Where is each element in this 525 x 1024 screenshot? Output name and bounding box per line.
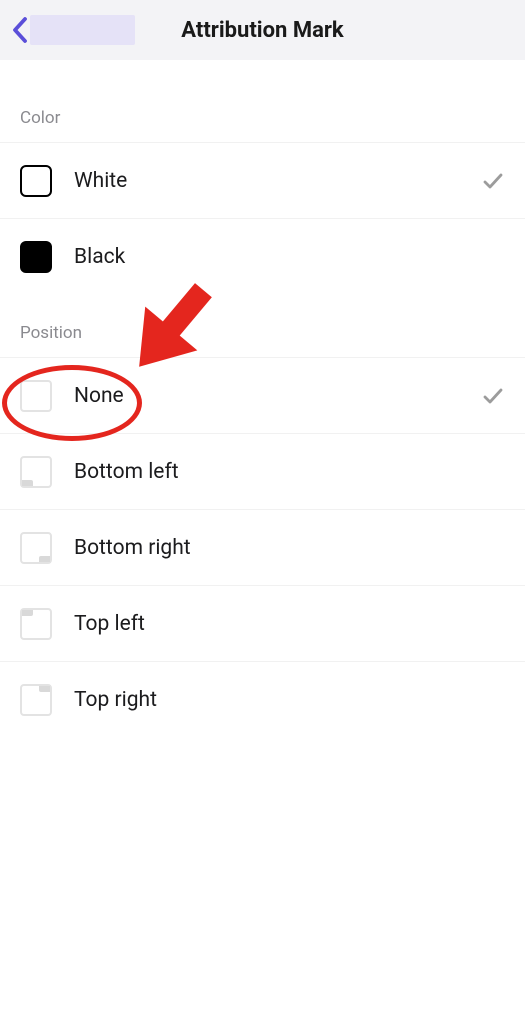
chevron-left-icon (12, 17, 28, 43)
position-group: None Bottom left Bottom right Top left T… (0, 357, 525, 738)
color-group: White Black (0, 142, 525, 295)
position-bottom-right-icon (20, 532, 52, 564)
option-position-none[interactable]: None (0, 358, 525, 434)
option-position-top-right[interactable]: Top right (0, 662, 525, 738)
option-label: None (74, 384, 124, 408)
option-label: Top left (74, 612, 145, 636)
option-color-white[interactable]: White (0, 143, 525, 219)
checkmark-icon (481, 169, 505, 193)
position-none-icon (20, 380, 52, 412)
position-top-right-icon (20, 684, 52, 716)
swatch-black-icon (20, 241, 52, 273)
option-position-top-left[interactable]: Top left (0, 586, 525, 662)
position-bottom-left-icon (20, 456, 52, 488)
option-label: White (74, 169, 127, 193)
swatch-white-icon (20, 165, 52, 197)
back-button[interactable] (6, 0, 141, 60)
option-position-bottom-right[interactable]: Bottom right (0, 510, 525, 586)
option-position-bottom-left[interactable]: Bottom left (0, 434, 525, 510)
option-label: Bottom right (74, 536, 191, 560)
option-label: Top right (74, 688, 157, 712)
option-label: Bottom left (74, 460, 179, 484)
position-top-left-icon (20, 608, 52, 640)
checkmark-icon (481, 384, 505, 408)
section-label-color: Color (0, 60, 525, 142)
option-color-black[interactable]: Black (0, 219, 525, 295)
section-label-position: Position (0, 295, 525, 357)
option-label: Black (74, 245, 125, 269)
back-label-redacted (30, 15, 135, 45)
header-bar: Attribution Mark (0, 0, 525, 60)
